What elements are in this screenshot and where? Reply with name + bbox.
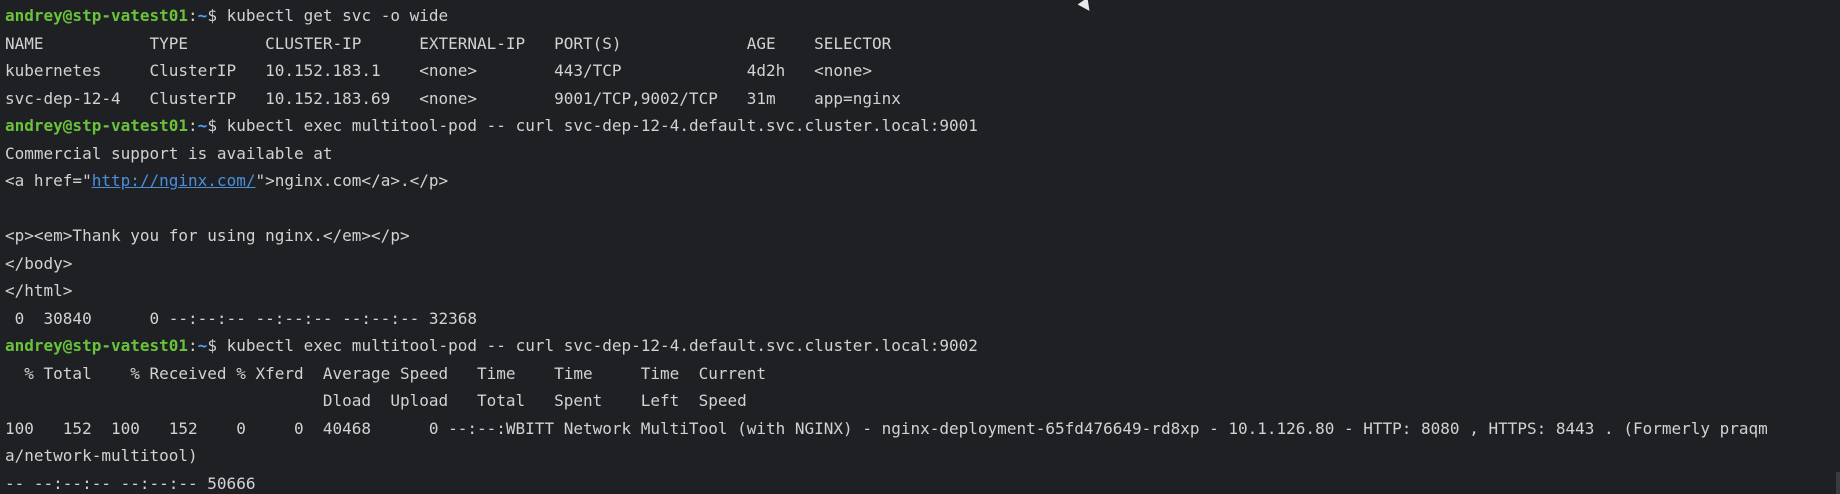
output-line: </html> (5, 281, 73, 300)
curl-progress-header: % Total % Received % Xferd Average Speed… (5, 363, 766, 383)
curl-progress-header: Dload Upload Total Spent Left Speed (5, 391, 747, 410)
prompt-colon: : (188, 116, 198, 135)
prompt-path: ~ (197, 336, 208, 355)
prompt-user: andrey@stp-vatest01 (5, 116, 189, 135)
output-line: a/network-multitool) (5, 446, 198, 465)
scrollbar-thumb[interactable] (1836, 472, 1840, 494)
curl-progress-line: 0 30840 0 --:--:-- --:--:-- --:--:-- 323… (5, 308, 478, 328)
svc-table-row: kubernetes ClusterIP 10.152.183.1 <none>… (5, 61, 872, 80)
svc-table-row: svc-dep-12-4 ClusterIP 10.152.183.69 <no… (5, 88, 901, 108)
command-text: kubectl exec multitool-pod -- curl svc-d… (226, 116, 978, 135)
prompt-colon: : (188, 6, 198, 25)
output-text: ">nginx.com</a>.</p> (255, 171, 449, 190)
prompt-symbol: $ (207, 116, 227, 135)
command-text: kubectl exec multitool-pod -- curl svc-d… (226, 336, 978, 355)
terminal-line-5: andrey@stp-vatest01:~$ kubectl exec mult… (5, 112, 1840, 140)
output-line: <a href="http://nginx.com/">nginx.com</a… (5, 167, 1840, 195)
output-line-empty (5, 195, 1840, 223)
output-text: <a href=" (5, 171, 92, 190)
prompt-path: ~ (197, 6, 208, 25)
prompt-path: ~ (197, 116, 208, 135)
terminal-line-1: andrey@stp-vatest01:~$ kubectl get svc -… (5, 2, 1840, 30)
output-line: </body> (5, 253, 73, 273)
prompt-symbol: $ (207, 336, 227, 355)
output-line: <p><em>Thank you for using nginx.</em></… (5, 226, 410, 245)
prompt-user: andrey@stp-vatest01 (5, 6, 189, 25)
prompt-symbol: $ (207, 6, 227, 25)
prompt-colon: : (188, 336, 198, 355)
prompt-user: andrey@stp-vatest01 (5, 336, 189, 355)
svc-table-header: NAME TYPE CLUSTER-IP EXTERNAL-IP PORT(S)… (5, 33, 892, 53)
output-line: Commercial support is available at (5, 143, 333, 163)
nginx-link[interactable]: http://nginx.com/ (92, 171, 256, 190)
curl-progress-line: -- --:--:-- --:--:-- 50666 (5, 473, 256, 493)
terminal-window[interactable]: andrey@stp-vatest01:~$ kubectl get svc -… (0, 0, 1840, 494)
terminal-line-13: andrey@stp-vatest01:~$ kubectl exec mult… (5, 332, 1840, 360)
command-text: kubectl get svc -o wide (226, 6, 449, 25)
output-line: 100 152 100 152 0 0 40468 0 --:--:WBITT … (5, 418, 1768, 438)
